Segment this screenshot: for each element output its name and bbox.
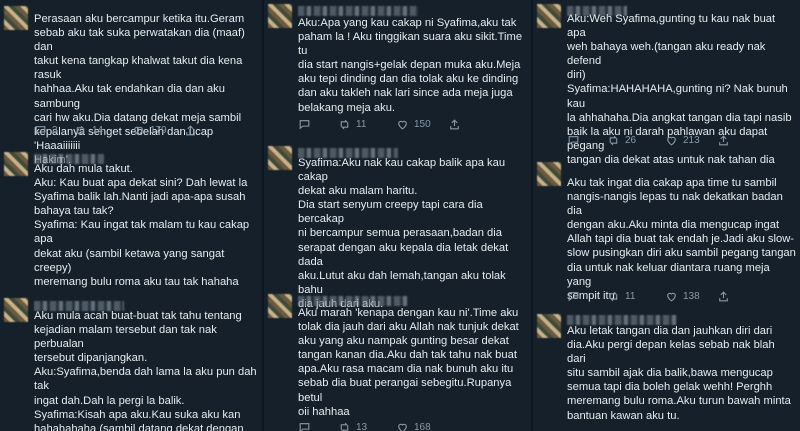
retweet-icon: [340, 422, 349, 431]
share-button[interactable]: [717, 290, 730, 303]
like-button[interactable]: 150: [396, 118, 448, 131]
tweet[interactable]: Aku:Weh Syafima,gunting tu kau nak buat …: [533, 0, 800, 166]
retweet-count: 13: [356, 421, 368, 431]
share-button[interactable]: [184, 124, 197, 137]
column-right: Aku:Weh Syafima,gunting tu kau nak buat …: [533, 0, 800, 431]
avatar[interactable]: [4, 6, 28, 30]
reply-icon: [35, 125, 46, 135]
like-button[interactable]: 138: [665, 290, 717, 303]
reply-icon: [299, 422, 310, 431]
heart-icon: [134, 126, 143, 135]
like-count: 213: [683, 134, 700, 146]
reply-count: 3: [52, 124, 58, 136]
share-icon: [719, 290, 728, 301]
blurred-username[interactable]: [298, 296, 408, 306]
retweet-icon: [340, 119, 349, 129]
like-count: 179: [150, 124, 167, 136]
reply-button[interactable]: [298, 421, 338, 431]
retweet-count: 11: [356, 118, 367, 130]
avatar[interactable]: [268, 4, 292, 28]
share-button[interactable]: [717, 134, 730, 147]
reply-icon: [568, 291, 579, 301]
column-left: Perasaan aku bercampur ketika itu.Geram …: [0, 0, 262, 431]
avatar[interactable]: [4, 298, 28, 322]
avatar[interactable]: [4, 152, 28, 176]
retweet-button[interactable]: 11: [338, 118, 396, 131]
tweet-actions: 11 138: [567, 289, 792, 303]
tweet-text: Perasaan aku bercampur ketika itu.Geram …: [34, 13, 245, 166]
tweet-text: Aku dah mula takut. Aku: Kau buat apa de…: [34, 163, 250, 288]
reply-icon: [568, 135, 579, 145]
tweet[interactable]: Aku dah mula takut. Aku: Kau buat apa de…: [0, 146, 262, 289]
retweet-button[interactable]: 11: [607, 290, 665, 303]
reply-button[interactable]: [567, 134, 607, 147]
reply-button[interactable]: [567, 290, 607, 303]
tweet[interactable]: Aku tak ingat dia cakap apa time tu samb…: [533, 156, 800, 305]
tweet[interactable]: Aku mula acah buat-buat tak tahu tentang…: [0, 292, 262, 431]
retweet-icon: [609, 135, 618, 145]
retweet-button[interactable]: 26: [607, 134, 665, 147]
retweet-icon: [76, 125, 85, 135]
tweet[interactable]: Aku letak tangan dia dan jauhkan diri da…: [533, 308, 800, 431]
tweet[interactable]: Perasaan aku bercampur ketika itu.Geram …: [0, 0, 262, 166]
tweet-text: Aku marah 'kenapa dengan kau ni'.Time ak…: [298, 307, 519, 418]
retweet-button[interactable]: 14: [74, 124, 132, 137]
reply-button[interactable]: 3: [34, 124, 74, 137]
avatar[interactable]: [537, 162, 561, 186]
blurred-username[interactable]: [298, 6, 418, 16]
like-count: 150: [414, 118, 431, 130]
tweet-text: Syafima:Aku nak kau cakap balik apa kau …: [298, 157, 509, 310]
tweet[interactable]: Syafima:Aku nak kau cakap balik apa kau …: [264, 142, 532, 310]
tweet-actions: 13 168: [298, 420, 524, 431]
reply-icon: [299, 119, 310, 129]
tweet-text: Aku:Apa yang kau cakap ni Syafima,aku ta…: [298, 17, 523, 114]
tweet-text: Aku letak tangan dia dan jauhkan diri da…: [567, 325, 791, 422]
like-button[interactable]: 168: [396, 421, 448, 431]
retweet-button[interactable]: 13: [338, 421, 396, 431]
tweet[interactable]: Aku marah 'kenapa dengan kau ni'.Time ak…: [264, 290, 532, 431]
avatar[interactable]: [268, 294, 292, 318]
avatar[interactable]: [537, 314, 561, 338]
share-icon: [450, 118, 459, 129]
tweet-text: Aku mula acah buat-buat tak tahu tentang…: [34, 310, 257, 431]
heart-icon: [667, 292, 676, 301]
share-button[interactable]: [448, 118, 461, 131]
heart-icon: [667, 136, 676, 145]
share-icon: [719, 134, 728, 145]
like-count: 168: [414, 421, 431, 431]
tweet-actions: 26 213: [567, 133, 792, 147]
like-count: 138: [683, 290, 700, 302]
like-button[interactable]: 213: [665, 134, 717, 147]
avatar[interactable]: [537, 4, 561, 28]
retweet-icon: [609, 291, 618, 301]
reply-button[interactable]: [298, 118, 338, 131]
like-button[interactable]: 179: [132, 124, 184, 137]
tweet[interactable]: Aku:Apa yang kau cakap ni Syafima,aku ta…: [264, 0, 532, 140]
avatar[interactable]: [268, 146, 292, 170]
tweet-text: Aku tak ingat dia cakap apa time tu samb…: [567, 177, 796, 302]
retweet-count: 26: [625, 134, 637, 146]
column-middle: Aku:Apa yang kau cakap ni Syafima,aku ta…: [264, 0, 532, 431]
retweet-count: 14: [92, 124, 104, 136]
heart-icon: [398, 120, 407, 129]
share-icon: [186, 124, 195, 135]
tweet-actions: 11 150: [298, 117, 524, 131]
heart-icon: [398, 423, 407, 431]
tweet-actions: 3 14 179: [34, 123, 254, 137]
retweet-count: 11: [625, 290, 636, 302]
